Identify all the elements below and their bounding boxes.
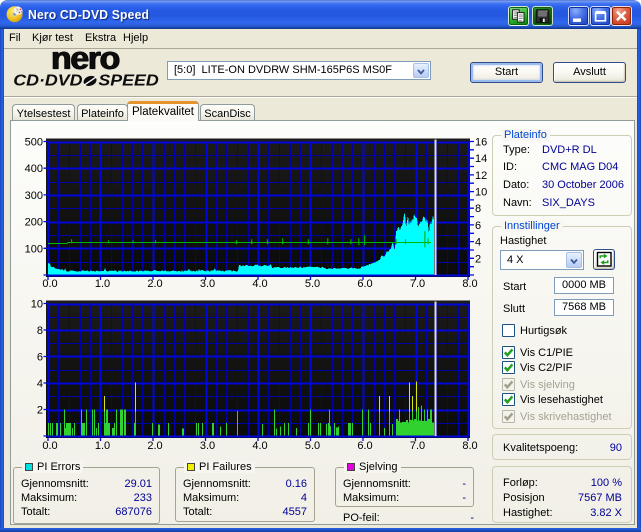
svg-text:6.0: 6.0 bbox=[357, 278, 372, 290]
svg-text:4.0: 4.0 bbox=[252, 278, 267, 290]
svg-text:8.0: 8.0 bbox=[462, 278, 477, 290]
svg-text:5.0: 5.0 bbox=[305, 440, 320, 452]
svg-text:6.0: 6.0 bbox=[357, 440, 372, 452]
svg-text:4: 4 bbox=[475, 237, 481, 249]
svg-text:1.0: 1.0 bbox=[95, 278, 110, 290]
svg-text:8.0: 8.0 bbox=[462, 440, 477, 452]
svg-text:12: 12 bbox=[475, 170, 487, 182]
svg-text:2: 2 bbox=[475, 253, 481, 265]
svg-text:3.0: 3.0 bbox=[200, 278, 215, 290]
svg-text:2.0: 2.0 bbox=[147, 440, 162, 452]
svg-text:14: 14 bbox=[475, 153, 487, 165]
svg-text:8: 8 bbox=[37, 325, 43, 337]
svg-text:10: 10 bbox=[31, 299, 43, 311]
svg-text:4: 4 bbox=[37, 378, 43, 390]
svg-text:300: 300 bbox=[25, 190, 43, 202]
svg-text:0.0: 0.0 bbox=[42, 278, 57, 290]
svg-text:4.0: 4.0 bbox=[252, 440, 267, 452]
svg-text:200: 200 bbox=[25, 217, 43, 229]
svg-text:6: 6 bbox=[475, 220, 481, 232]
svg-text:10: 10 bbox=[475, 187, 487, 199]
svg-text:7.0: 7.0 bbox=[410, 440, 425, 452]
svg-text:0.0: 0.0 bbox=[42, 440, 57, 452]
svg-text:5.0: 5.0 bbox=[305, 278, 320, 290]
svg-text:2.0: 2.0 bbox=[147, 278, 162, 290]
svg-text:1.0: 1.0 bbox=[95, 440, 110, 452]
svg-text:400: 400 bbox=[25, 163, 43, 175]
svg-text:6: 6 bbox=[37, 352, 43, 364]
svg-text:7.0: 7.0 bbox=[410, 278, 425, 290]
svg-text:3.0: 3.0 bbox=[200, 440, 215, 452]
svg-text:500: 500 bbox=[25, 137, 43, 149]
svg-text:2: 2 bbox=[37, 405, 43, 417]
svg-text:100: 100 bbox=[25, 243, 43, 255]
svg-text:16: 16 bbox=[475, 137, 487, 149]
svg-text:8: 8 bbox=[475, 203, 481, 215]
